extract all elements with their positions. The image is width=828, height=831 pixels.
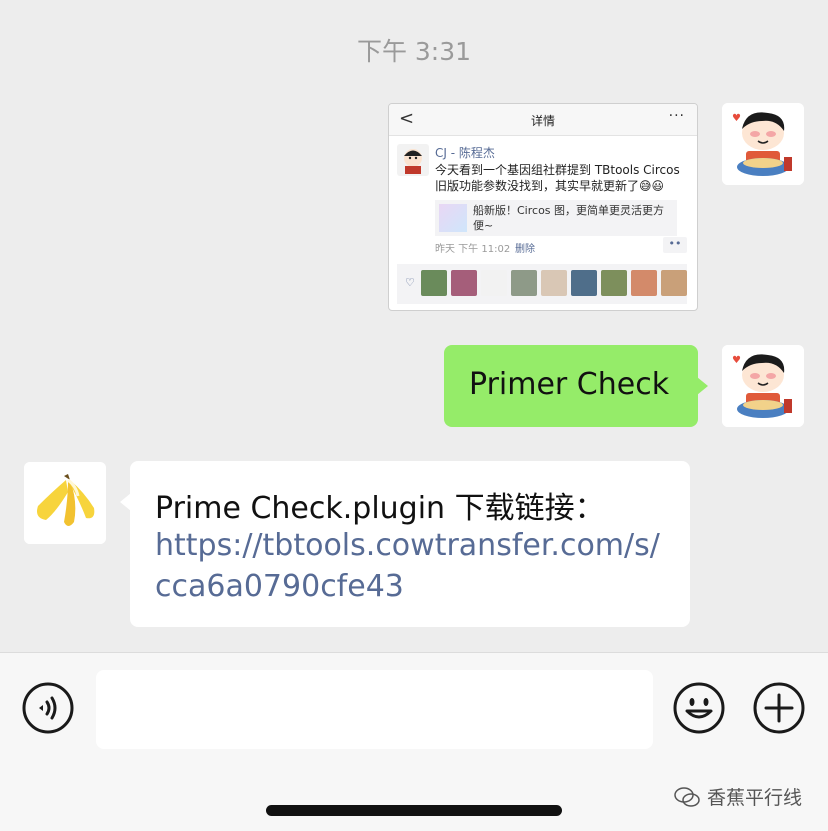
liker-avatar — [571, 270, 597, 296]
link-card-title: 船新版！Circos 图，更简单更灵活更方便~ — [473, 204, 665, 232]
watermark-text: 香蕉平行线 — [706, 787, 802, 809]
liker-avatar — [421, 270, 447, 296]
liker-avatar — [631, 270, 657, 296]
liker-avatar — [601, 270, 627, 296]
wechat-icon — [674, 786, 700, 807]
my-avatar-2[interactable]: ♥ — [722, 345, 804, 427]
voice-icon[interactable] — [21, 681, 75, 735]
chat-input-bar: 香蕉平行线 — [0, 652, 828, 831]
my-avatar[interactable]: ♥ — [722, 103, 804, 185]
screenshot-comment-dots: •• — [663, 237, 687, 253]
more-icon: ··· — [668, 108, 685, 124]
screenshot-delete-link: 删除 — [515, 244, 535, 255]
screenshot-author-name: CJ - 陈程杰 — [435, 146, 495, 160]
link-thumbnail — [439, 204, 467, 232]
sent-text-bubble[interactable]: Primer Check — [444, 345, 708, 427]
liker-avatar — [661, 270, 687, 296]
account-watermark: 香蕉平行线 — [673, 783, 802, 810]
plus-icon[interactable] — [752, 681, 806, 735]
liker-avatar — [511, 270, 537, 296]
sent-text: Primer Check — [469, 367, 670, 402]
screenshot-post-text: 今天看到一个基因组社群提到 TBtools Circos 旧版功能参数没找到，其… — [435, 163, 680, 193]
emoji-icon[interactable] — [672, 681, 726, 735]
screenshot-nav-title: 详情 — [530, 114, 555, 128]
home-indicator[interactable] — [266, 805, 562, 816]
received-text-bubble[interactable]: Prime Check.plugin 下载链接： https://tbtools… — [120, 461, 690, 627]
download-link[interactable]: https://tbtools.cowtransfer.com/s/cca6a0… — [155, 525, 675, 607]
screenshot-image-message[interactable]: < 详情 ··· CJ - 陈程杰 今天看到一个基因组社群提到 TBtools … — [388, 103, 698, 311]
liker-avatar — [541, 270, 567, 296]
contact-avatar-banana[interactable] — [24, 462, 106, 544]
liker-avatar — [481, 270, 507, 296]
screenshot-post-time: 昨天 下午 11:02 — [435, 244, 511, 255]
received-text: Prime Check.plugin 下载链接： — [155, 491, 605, 526]
screenshot-link-card: 船新版！Circos 图，更简单更灵活更方便~ — [435, 200, 677, 236]
message-input[interactable] — [96, 670, 653, 749]
svg-text:♥: ♥ — [732, 355, 741, 366]
heart-icon: ♡ — [405, 276, 415, 289]
screenshot-likes-row: ♡ — [397, 264, 687, 304]
svg-text:♥: ♥ — [732, 113, 741, 124]
chat-timestamp: 下午 3:31 — [356, 37, 472, 66]
screenshot-author-avatar — [397, 144, 429, 176]
liker-avatar — [451, 270, 477, 296]
screenshot-nav-bar: < 详情 ··· — [389, 104, 697, 136]
